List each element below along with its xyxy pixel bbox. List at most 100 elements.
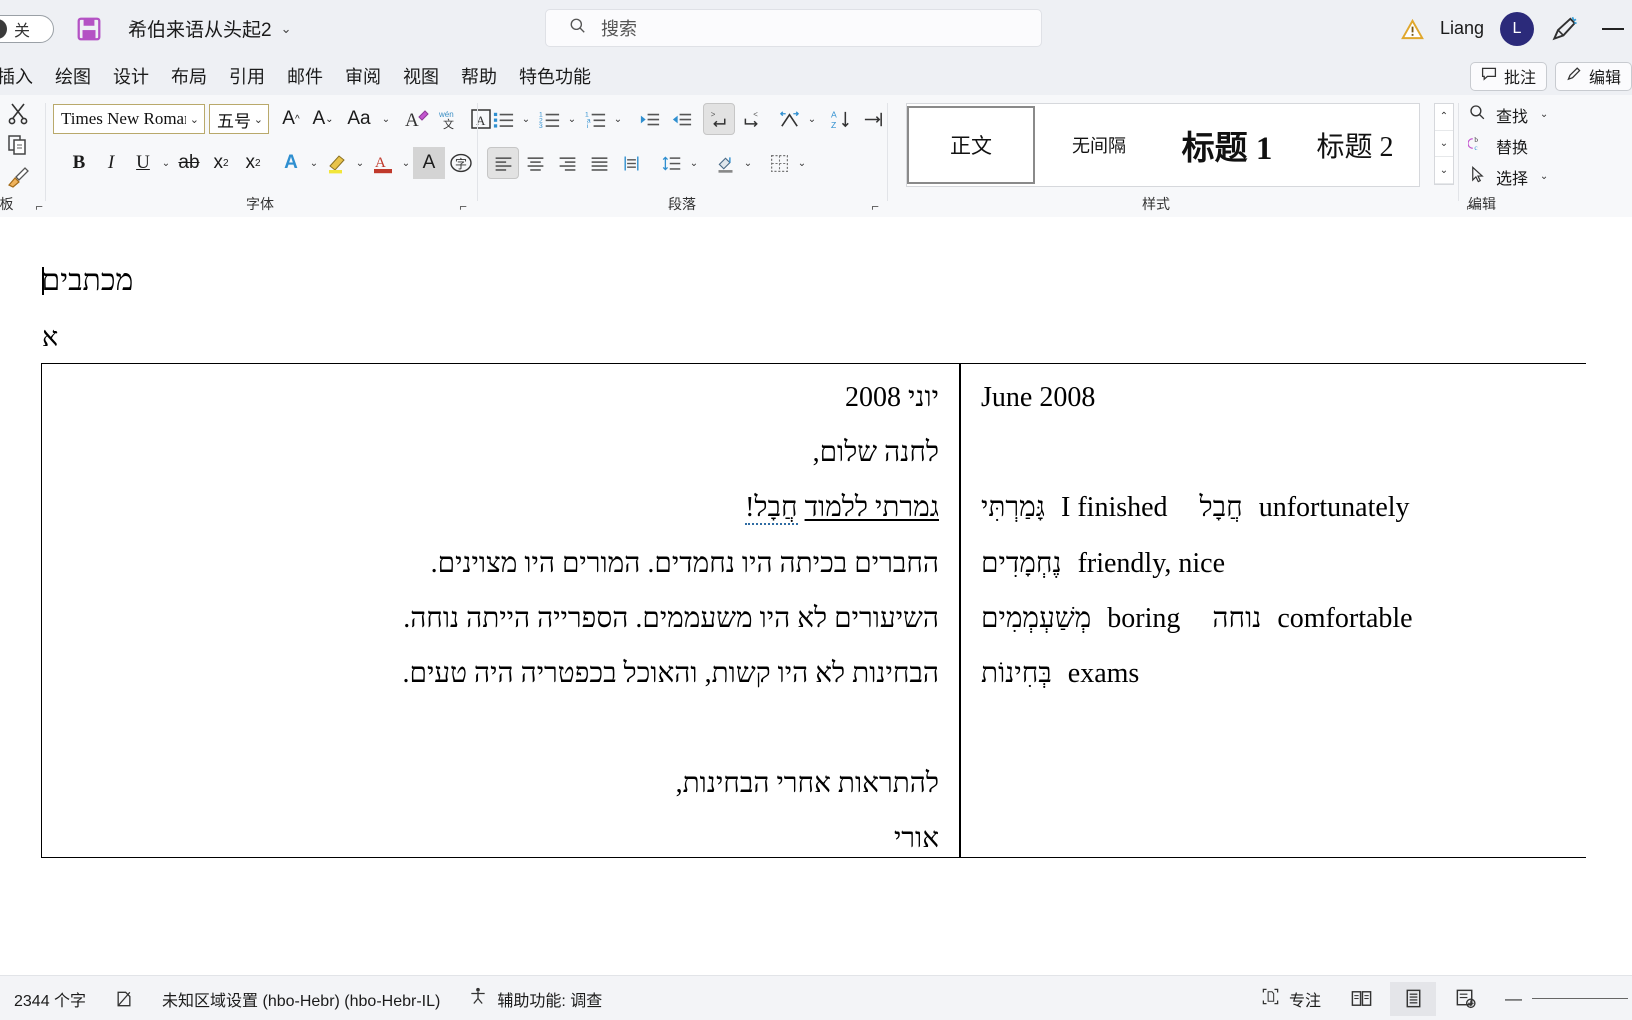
bold-icon[interactable]: B — [63, 147, 95, 179]
tab-help[interactable]: 帮助 — [450, 60, 508, 92]
autosave-toggle[interactable]: 关 — [0, 14, 54, 43]
styles-scroll-down[interactable]: ⌄ — [1435, 131, 1453, 158]
copy-button[interactable] — [6, 133, 30, 162]
grow-font-icon[interactable]: A ^ — [275, 103, 307, 135]
style-normal[interactable]: 正文 — [907, 106, 1035, 184]
chevron-down-icon[interactable]: ⌄ — [190, 113, 199, 126]
print-layout-button[interactable] — [1390, 981, 1436, 1016]
find-button[interactable]: 查找 ⌄ — [1468, 101, 1551, 128]
zoom-out-button[interactable]: — — [1505, 989, 1522, 1009]
font-name-combo[interactable]: Times New Romar ⌄ — [53, 104, 205, 134]
cut-button[interactable] — [6, 101, 30, 130]
document-canvas[interactable]: מכתבים א יוני 2008 לחנה שלום, גמרתי ללמו… — [0, 217, 1632, 948]
font-dialog-launcher[interactable]: ⌐ — [459, 199, 467, 214]
chevron-down-icon[interactable]: ⌄ — [687, 158, 701, 169]
distribute-icon[interactable] — [615, 147, 647, 179]
chevron-down-icon[interactable]: ⌄ — [1537, 171, 1551, 182]
multilevel-list-icon[interactable]: 1 a i — [579, 103, 611, 135]
search-input[interactable]: 搜索 — [601, 15, 637, 41]
align-left-icon[interactable] — [487, 147, 519, 179]
replace-button[interactable]: b c 替换 — [1467, 132, 1551, 159]
clear-formatting-icon[interactable]: A — [401, 103, 433, 135]
rtl-direction-icon[interactable]: > — [703, 103, 735, 135]
align-center-icon[interactable] — [519, 147, 551, 179]
table-cell-hebrew[interactable]: יוני 2008 לחנה שלום, גמרתי ללמוד חֲבָל! … — [41, 363, 960, 858]
chevron-down-icon[interactable]: ⌄ — [1537, 109, 1551, 120]
decrease-indent-icon[interactable] — [633, 103, 665, 135]
superscript-icon[interactable]: x2 — [237, 147, 269, 179]
comments-button[interactable]: 批注 — [1469, 61, 1547, 91]
chevron-down-icon[interactable]: ⌄ — [379, 114, 393, 125]
chevron-down-icon[interactable]: ⌄ — [565, 114, 579, 125]
clipboard-dialog-launcher[interactable]: ⌐ — [35, 199, 43, 214]
chevron-down-icon[interactable]: ⌄ — [519, 114, 533, 125]
tab-draw[interactable]: 绘图 — [44, 60, 102, 92]
search-box[interactable]: 搜索 — [545, 9, 1042, 47]
chevron-down-icon[interactable]: ⌄ — [281, 21, 292, 37]
format-painter-button[interactable] — [6, 165, 30, 194]
minimize-button[interactable] — [1602, 27, 1624, 30]
tab-design[interactable]: 设计 — [102, 60, 160, 92]
enclose-character-icon[interactable]: 字 — [445, 147, 477, 179]
styles-scroll-up[interactable]: ⌃ — [1435, 104, 1453, 131]
show-paragraph-marks-icon[interactable] — [857, 103, 889, 135]
shading-icon[interactable] — [709, 147, 741, 179]
chevron-down-icon[interactable]: ⌄ — [353, 158, 367, 169]
change-case-icon[interactable]: Aa — [339, 103, 379, 135]
highlight-color-icon[interactable] — [321, 147, 353, 179]
word-count[interactable]: 2344 个字 — [0, 976, 100, 1020]
web-layout-button[interactable] — [1442, 982, 1488, 1016]
select-button[interactable]: 选择 ⌄ — [1468, 163, 1551, 190]
sort-icon[interactable]: A Z — [825, 103, 857, 135]
increase-indent-icon[interactable] — [665, 103, 697, 135]
chevron-down-icon[interactable]: ⌄ — [254, 113, 263, 126]
tab-review[interactable]: 审阅 — [334, 60, 392, 92]
styles-gallery[interactable]: 正文 无间隔 标题 1 标题 2 — [906, 103, 1420, 187]
accessibility-status[interactable]: 辅助功能: 调查 — [454, 976, 616, 1020]
bullet-list-icon[interactable] — [487, 103, 519, 135]
ltr-direction-icon[interactable]: < — [735, 103, 767, 135]
shrink-font-icon[interactable]: A ⌄ — [307, 103, 339, 135]
character-shading-icon[interactable]: A — [413, 147, 445, 179]
chevron-down-icon[interactable]: ⌄ — [307, 158, 321, 169]
chevron-down-icon[interactable]: ⌄ — [795, 158, 809, 169]
tab-references[interactable]: 引用 — [218, 60, 276, 92]
document-title[interactable]: 希伯来语从头起2 ⌄ — [128, 15, 291, 42]
chevron-down-icon[interactable]: ⌄ — [399, 158, 413, 169]
chevron-down-icon[interactable]: ⌄ — [611, 114, 625, 125]
align-right-icon[interactable] — [551, 147, 583, 179]
table-cell-glossary[interactable]: June 2008 גָּמַרְתִּי I finished חֲבָל unfo… — [960, 363, 1586, 858]
tab-mailings[interactable]: 邮件 — [276, 60, 334, 92]
tab-features[interactable]: 特色功能 — [508, 60, 602, 92]
style-heading-1[interactable]: 标题 1 — [1163, 106, 1291, 184]
language-indicator[interactable]: 未知区域设置 (hbo-Hebr) (hbo-Hebr-IL) — [148, 976, 454, 1020]
tab-view[interactable]: 视图 — [392, 60, 450, 92]
justify-icon[interactable] — [583, 147, 615, 179]
zoom-slider[interactable]: — — [1505, 989, 1628, 1009]
font-color-icon[interactable]: A — [367, 147, 399, 179]
chevron-down-icon[interactable]: ⌄ — [741, 158, 755, 169]
avatar[interactable]: L — [1500, 11, 1534, 46]
underline-icon[interactable]: U — [127, 147, 159, 179]
zoom-track[interactable] — [1532, 998, 1628, 999]
proofing-icon[interactable] — [100, 976, 148, 1020]
subscript-icon[interactable]: x2 — [205, 147, 237, 179]
pen-sparkle-icon[interactable] — [1550, 14, 1580, 44]
text-effects-icon[interactable]: A — [275, 147, 307, 179]
styles-more-button[interactable]: ⌄ — [1435, 157, 1453, 185]
phonetic-guide-icon[interactable]: wén 文 — [433, 103, 465, 135]
warning-triangle-icon[interactable] — [1400, 18, 1424, 40]
style-heading-2[interactable]: 标题 2 — [1291, 106, 1419, 184]
chevron-down-icon[interactable]: ⌄ — [159, 158, 173, 169]
borders-icon[interactable] — [763, 147, 795, 179]
numbered-list-icon[interactable]: 1 2 3 — [533, 103, 565, 135]
asian-layout-icon[interactable] — [773, 103, 805, 135]
chevron-down-icon[interactable]: ⌄ — [805, 114, 819, 125]
style-no-spacing[interactable]: 无间隔 — [1035, 106, 1163, 184]
font-size-combo[interactable]: 五号 ⌄ — [209, 104, 269, 134]
tab-insert[interactable]: 插入 — [0, 60, 44, 92]
strikethrough-icon[interactable]: ab — [173, 147, 205, 179]
line-spacing-icon[interactable] — [655, 147, 687, 179]
styles-scroll-buttons[interactable]: ⌃ ⌄ ⌄ — [1434, 103, 1454, 185]
focus-mode-button[interactable]: 专注 — [1247, 976, 1335, 1020]
